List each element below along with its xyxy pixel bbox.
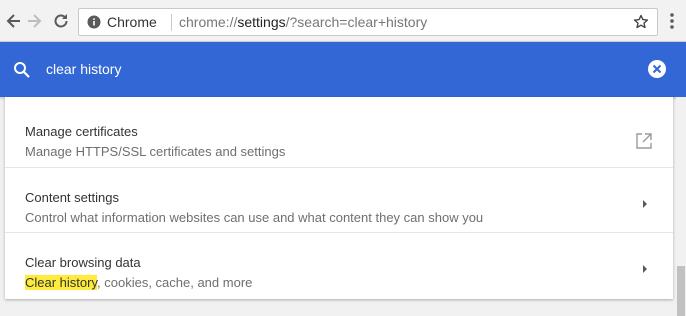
content-settings-row[interactable]: Content settings Control what informatio… (5, 167, 673, 232)
url-text[interactable]: chrome://settings/?search=clear+history (179, 14, 427, 30)
browser-toolbar: Chrome chrome://settings/?search=clear+h… (0, 0, 686, 42)
settings-results-card: Manage certificates Manage HTTPS/SSL cer… (5, 97, 673, 299)
search-highlight: Clear history (25, 275, 98, 290)
url-path: /?search=clear+history (285, 14, 428, 30)
menu-icon[interactable] (664, 11, 680, 31)
chevron-right-icon (643, 200, 647, 208)
url-scheme: chrome:// (179, 14, 238, 30)
settings-search-header: clear history (0, 42, 686, 97)
omnibox-divider (171, 14, 172, 31)
open-in-new-icon[interactable] (635, 132, 653, 150)
search-input[interactable]: clear history (46, 61, 121, 77)
search-icon (14, 62, 30, 78)
row-title: Content settings (25, 190, 119, 205)
clear-icon[interactable] (646, 58, 668, 80)
forward-icon[interactable] (24, 11, 44, 31)
url-host: settings (237, 14, 286, 30)
address-bar[interactable]: Chrome chrome://settings/?search=clear+h… (78, 8, 658, 36)
row-subtitle-rest: , cookies, cache, and more (97, 275, 253, 290)
row-subtitle: Clear history, cookies, cache, and more (25, 275, 252, 290)
manage-certificates-row[interactable]: Manage certificates Manage HTTPS/SSL cer… (5, 102, 673, 167)
clear-browsing-data-row[interactable]: Clear browsing data Clear history, cooki… (5, 232, 673, 297)
reload-icon[interactable] (51, 11, 71, 31)
info-icon[interactable] (87, 15, 101, 29)
scrollbar-thumb[interactable] (677, 266, 685, 316)
row-subtitle: Control what information websites can us… (25, 210, 484, 225)
star-icon[interactable] (633, 14, 649, 30)
back-icon[interactable] (4, 11, 24, 31)
site-chip-label: Chrome (107, 14, 157, 30)
row-title: Clear browsing data (25, 255, 141, 270)
chevron-right-icon (643, 265, 647, 273)
row-title: Manage certificates (25, 124, 138, 139)
row-subtitle: Manage HTTPS/SSL certificates and settin… (25, 144, 286, 159)
